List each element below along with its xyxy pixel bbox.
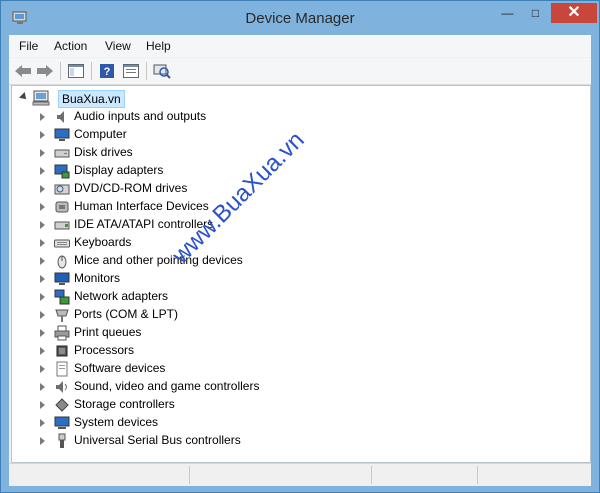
expand-arrow-icon[interactable] xyxy=(40,257,45,265)
keyboard-icon xyxy=(54,239,70,248)
tree-node-label: Disk drives xyxy=(74,145,133,159)
processor-icon xyxy=(56,345,68,357)
mouse-icon xyxy=(57,255,67,269)
ide-controller-icon xyxy=(54,221,70,230)
speaker-icon xyxy=(57,111,64,123)
expand-arrow-icon[interactable] xyxy=(40,275,45,283)
tree-node-label: Software devices xyxy=(74,361,166,375)
expand-arrow-icon[interactable] xyxy=(40,419,45,427)
tree-node-label: Network adapters xyxy=(74,289,169,303)
display-adapter-icon xyxy=(54,164,70,179)
properties-icon[interactable] xyxy=(121,61,141,81)
expand-arrow-icon[interactable] xyxy=(40,329,45,337)
tree-node-network[interactable]: Network adapters xyxy=(40,288,340,306)
port-icon xyxy=(55,309,69,322)
menu-help[interactable]: Help xyxy=(146,39,171,53)
help-icon[interactable]: ? xyxy=(97,61,117,81)
tree-node-print-queues[interactable]: Print queues xyxy=(40,324,340,342)
expand-arrow-icon[interactable] xyxy=(40,293,45,301)
expand-arrow-icon[interactable] xyxy=(40,365,45,373)
menu-bar: File Action View Help xyxy=(9,35,591,57)
toolbar-separator xyxy=(146,62,147,80)
tree-node-usb[interactable]: Universal Serial Bus controllers xyxy=(40,432,340,450)
tree-node-label: Human Interface Devices xyxy=(74,199,209,213)
expand-arrow-icon[interactable] xyxy=(40,149,45,157)
tree-node-software-devices[interactable]: Software devices xyxy=(40,360,340,378)
status-bar xyxy=(9,463,591,486)
tree-node-storage[interactable]: Storage controllers xyxy=(40,396,340,414)
tree-node-label: Ports (COM & LPT) xyxy=(74,307,179,321)
sound-controller-icon xyxy=(56,381,67,393)
scan-hardware-icon[interactable] xyxy=(152,61,172,81)
expand-arrow-icon[interactable] xyxy=(40,167,45,175)
computer-root-icon xyxy=(32,90,50,106)
software-device-icon xyxy=(56,361,68,377)
tree-node-label: Universal Serial Bus controllers xyxy=(74,433,241,447)
toolbar-separator xyxy=(60,62,61,80)
svg-text:?: ? xyxy=(104,66,111,78)
tree-node-ports[interactable]: Ports (COM & LPT) xyxy=(40,306,340,324)
tree-node-label: Storage controllers xyxy=(74,397,175,411)
tree-node-label: System devices xyxy=(74,415,159,429)
close-button[interactable]: ✕ xyxy=(551,3,597,23)
expand-arrow-icon[interactable] xyxy=(40,239,45,247)
expand-arrow-icon[interactable] xyxy=(40,383,45,391)
back-icon[interactable] xyxy=(13,61,33,81)
expand-arrow-icon[interactable] xyxy=(40,401,45,409)
tree-node-label: Audio inputs and outputs xyxy=(74,109,207,123)
tree-node-label: Processors xyxy=(74,343,135,357)
menu-file[interactable]: File xyxy=(19,39,38,53)
tree-node-sound[interactable]: Sound, video and game controllers xyxy=(40,378,340,396)
title-bar[interactable]: Device Manager — □ ✕ xyxy=(1,1,599,35)
status-bar-divider xyxy=(189,466,190,484)
tree-node-display-adapters[interactable]: Display adapters xyxy=(40,162,340,180)
tree-node-label: Monitors xyxy=(74,271,121,285)
tree-node-label: Mice and other pointing devices xyxy=(74,253,243,267)
maximize-button[interactable]: □ xyxy=(522,3,549,23)
expand-arrow-icon[interactable] xyxy=(40,113,45,121)
expand-arrow-icon[interactable] xyxy=(40,221,45,229)
network-adapter-icon xyxy=(54,289,70,305)
usb-icon xyxy=(58,433,66,448)
monitor-icon xyxy=(54,272,70,285)
tree-node-processors[interactable]: Processors xyxy=(40,342,340,360)
tree-node-label: Display adapters xyxy=(74,163,164,177)
expand-arrow-icon[interactable] xyxy=(40,185,45,193)
expand-arrow-icon[interactable] xyxy=(40,131,45,139)
menu-action[interactable]: Action xyxy=(54,39,87,53)
tree-node-monitors[interactable]: Monitors xyxy=(40,270,340,288)
status-bar-divider xyxy=(477,466,478,484)
expand-arrow-icon[interactable] xyxy=(40,203,45,211)
show-hide-console-tree-icon[interactable] xyxy=(66,61,86,81)
printer-icon xyxy=(54,325,70,341)
device-manager-window: Device Manager — □ ✕ File Action View He… xyxy=(0,0,600,493)
hid-icon xyxy=(55,201,69,213)
tree-node-label: Print queues xyxy=(74,325,142,339)
computer-icon xyxy=(54,128,70,141)
tree-node-label: Keyboards xyxy=(74,235,132,249)
tree-node-label: Computer xyxy=(74,127,127,141)
expand-arrow-icon[interactable] xyxy=(40,311,45,319)
tree-node-dvd[interactable]: DVD/CD-ROM drives xyxy=(40,180,340,198)
tree-node-audio[interactable]: Audio inputs and outputs xyxy=(40,108,340,126)
toolbar-separator xyxy=(91,62,92,80)
dvd-drive-icon xyxy=(54,184,70,195)
storage-controller-icon xyxy=(55,398,69,412)
status-bar-divider xyxy=(371,466,372,484)
expand-arrow-icon[interactable] xyxy=(40,437,45,445)
forward-icon[interactable] xyxy=(35,61,55,81)
system-device-icon xyxy=(54,416,70,429)
client-area: File Action View Help ? BuaXua.vn Audio … xyxy=(9,35,591,486)
toolbar: ? xyxy=(9,58,591,85)
menu-view[interactable]: View xyxy=(105,39,131,53)
tree-node-hid[interactable]: Human Interface Devices xyxy=(40,198,340,216)
expand-arrow-icon[interactable] xyxy=(40,347,45,355)
tree-root-label[interactable]: BuaXua.vn xyxy=(58,90,125,108)
collapse-arrow-icon[interactable] xyxy=(19,92,29,102)
tree-node-label: Sound, video and game controllers xyxy=(74,379,260,393)
tree-node-label: DVD/CD-ROM drives xyxy=(74,181,188,195)
minimize-button[interactable]: — xyxy=(494,3,521,23)
tree-node-system-devices[interactable]: System devices xyxy=(40,414,340,432)
disk-drive-icon xyxy=(54,149,70,158)
